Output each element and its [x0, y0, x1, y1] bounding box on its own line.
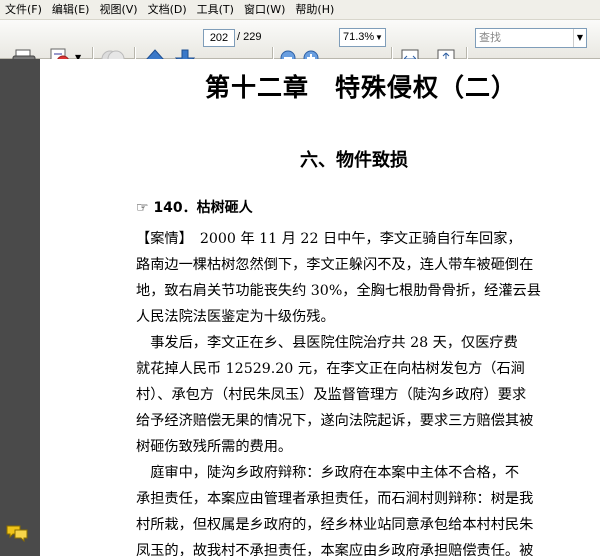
item-heading: ☞ 140．枯树砸人	[136, 197, 253, 217]
menu-bar: 文件(F) 编辑(E) 视图(V) 文档(D) 工具(T) 窗口(W) 帮助(H…	[0, 0, 600, 20]
zoom-select[interactable]: 71.3% ▼	[339, 28, 386, 47]
text-line: 村）、承包方（村民朱凤玉）及监督管理方（陡沟乡政府）要求	[136, 387, 527, 403]
chevron-down-icon[interactable]: ▼	[373, 29, 385, 46]
text-line: 庭审中，陡沟乡政府辩称：乡政府在本案中主体不合格，不	[136, 465, 520, 481]
search-placeholder: 查找	[479, 31, 501, 44]
text-line: 路南边一棵枯树忽然倒下，李文正躲闪不及，连人带车被砸倒在	[136, 257, 534, 273]
menu-edit[interactable]: 编辑(E)	[47, 0, 95, 19]
chevron-down-icon[interactable]: ▼	[573, 29, 586, 47]
menu-tools[interactable]: 工具(T)	[192, 0, 239, 19]
comments-icon[interactable]	[6, 524, 28, 542]
text-line: 就花掉人民币 12529.20 元，在李文正在向枯树发包方（石涧	[136, 361, 525, 377]
text-line: 村所栽，但权属是乡政府的，经乡林业站同意承包给本村村民朱	[136, 517, 534, 533]
search-input[interactable]: 查找 ▼	[475, 28, 587, 48]
text-line: 【案情】 2000 年 11 月 22 日中午，李文正骑自行车回家，	[136, 231, 522, 247]
menu-view[interactable]: 视图(V)	[94, 0, 142, 19]
text-line: 事发后，李文正在乡、县医院住院治疗共 28 天，仅医疗费	[136, 335, 518, 351]
menu-help[interactable]: 帮助(H)	[290, 0, 339, 19]
section-title: 六、物件致损	[300, 150, 408, 171]
toolbar: ▼ 202 / 229 71.3% ▼ 查找 ▼	[0, 20, 600, 70]
text-line: 地，致右肩关节功能丧失约 30%，全胸七根肋骨骨折，经灌云县	[136, 283, 541, 299]
page-number-input[interactable]: 202	[203, 29, 235, 47]
navigation-panel	[0, 59, 40, 556]
menu-document[interactable]: 文档(D)	[143, 0, 192, 19]
text-line: 给予经济赔偿无果的情况下，遂向法院起诉，要求三方赔偿其被	[136, 413, 534, 429]
chapter-title: 第十二章 特殊侵权（二）	[205, 73, 518, 102]
document-viewer[interactable]: 第十二章 特殊侵权（二） 六、物件致损 ☞ 140．枯树砸人 【案情】 2000…	[40, 59, 600, 556]
text-line: 凤玉的，故我村不承担责任，本案应由乡政府承担赔偿责任。被	[136, 543, 534, 556]
menu-window[interactable]: 窗口(W)	[239, 0, 290, 19]
text-line: 树砸伤致残所需的费用。	[136, 439, 293, 455]
menu-file[interactable]: 文件(F)	[0, 0, 47, 19]
text-line: 承担责任，本案应由管理者承担责任，而石涧村则辩称：树是我	[136, 491, 534, 507]
zoom-value: 71.3%	[343, 31, 375, 43]
item-title: 140．枯树砸人	[153, 200, 253, 216]
pointing-hand-icon: ☞	[136, 200, 149, 216]
text-line: 人民法院法医鉴定为十级伤残。	[136, 309, 335, 325]
page-total: / 229	[237, 31, 262, 43]
